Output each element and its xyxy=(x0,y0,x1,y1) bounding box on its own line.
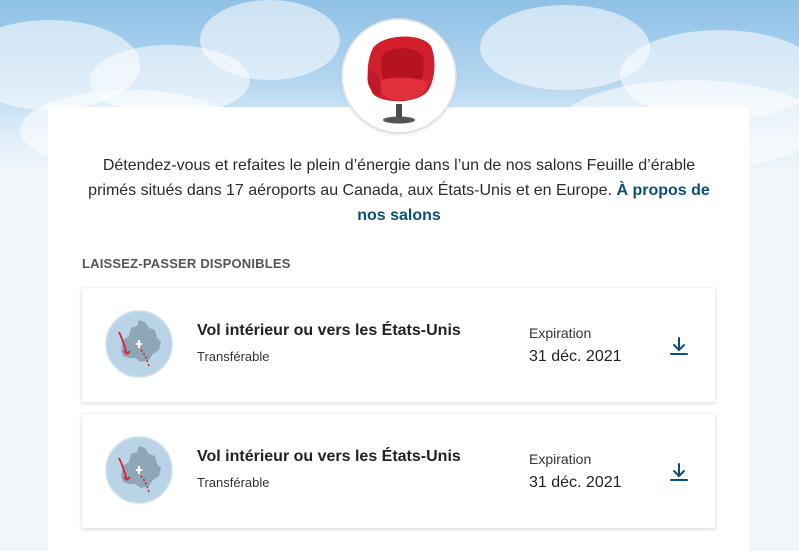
download-icon[interactable] xyxy=(667,461,691,485)
pass-card: Vol intérieur ou vers les États-Unis Tra… xyxy=(82,414,715,528)
intro-text: Détendez-vous et refaites le plein d’éne… xyxy=(88,157,696,199)
canada-route-map-icon xyxy=(105,310,173,378)
pass-list: Vol intérieur ou vers les États-Unis Tra… xyxy=(82,288,715,540)
expiration-label: Expiration xyxy=(529,451,592,467)
cloud xyxy=(200,0,340,80)
lounge-intro: Détendez-vous et refaites le plein d’éne… xyxy=(82,153,716,228)
expiration-date: 31 déc. 2021 xyxy=(529,474,622,491)
lounge-chair-badge xyxy=(341,18,457,134)
pass-title: Vol intérieur ou vers les États-Unis xyxy=(197,448,461,465)
expiration-date: 31 déc. 2021 xyxy=(529,348,622,365)
expiration-label: Expiration xyxy=(529,325,592,341)
download-icon[interactable] xyxy=(667,335,691,359)
pass-card: Vol intérieur ou vers les États-Unis Tra… xyxy=(82,288,715,402)
egg-chair-icon xyxy=(343,20,455,132)
canada-route-map-icon xyxy=(105,436,173,504)
pass-title: Vol intérieur ou vers les États-Unis xyxy=(197,322,461,339)
pass-subtitle: Transférable xyxy=(197,349,270,364)
pass-subtitle: Transférable xyxy=(197,475,270,490)
section-title: LAISSEZ-PASSER DISPONIBLES xyxy=(82,256,291,271)
